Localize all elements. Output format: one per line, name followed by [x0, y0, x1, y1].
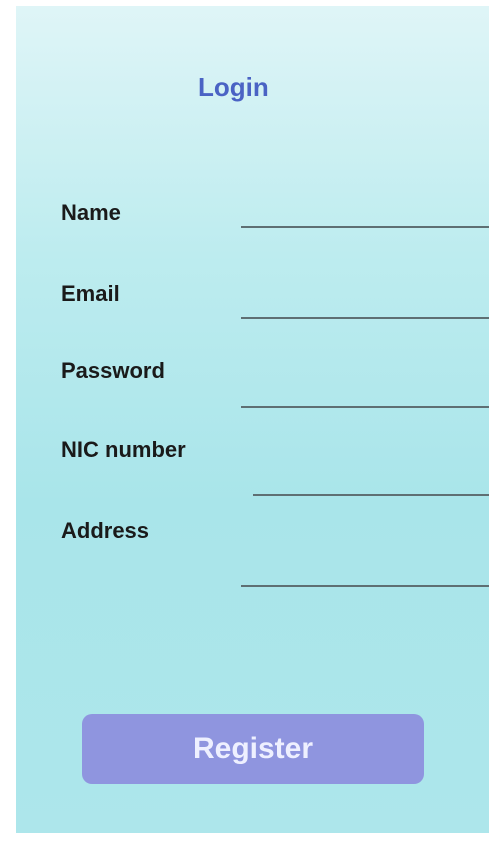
name-label: Name	[61, 200, 121, 225]
name-field[interactable]	[241, 226, 489, 228]
email-label: Email	[61, 281, 120, 306]
nic-number-field[interactable]	[253, 494, 489, 496]
password-field[interactable]	[241, 406, 489, 408]
page-title: Login	[198, 72, 269, 102]
address-label: Address	[61, 518, 150, 543]
address-field[interactable]	[241, 585, 489, 587]
register-screen: Login Name Email Password NIC number Add…	[16, 6, 489, 833]
password-label: Password	[61, 358, 165, 383]
email-field[interactable]	[241, 317, 489, 319]
register-button[interactable]: Register	[82, 714, 424, 784]
nic-number-label: NIC number	[61, 437, 186, 462]
